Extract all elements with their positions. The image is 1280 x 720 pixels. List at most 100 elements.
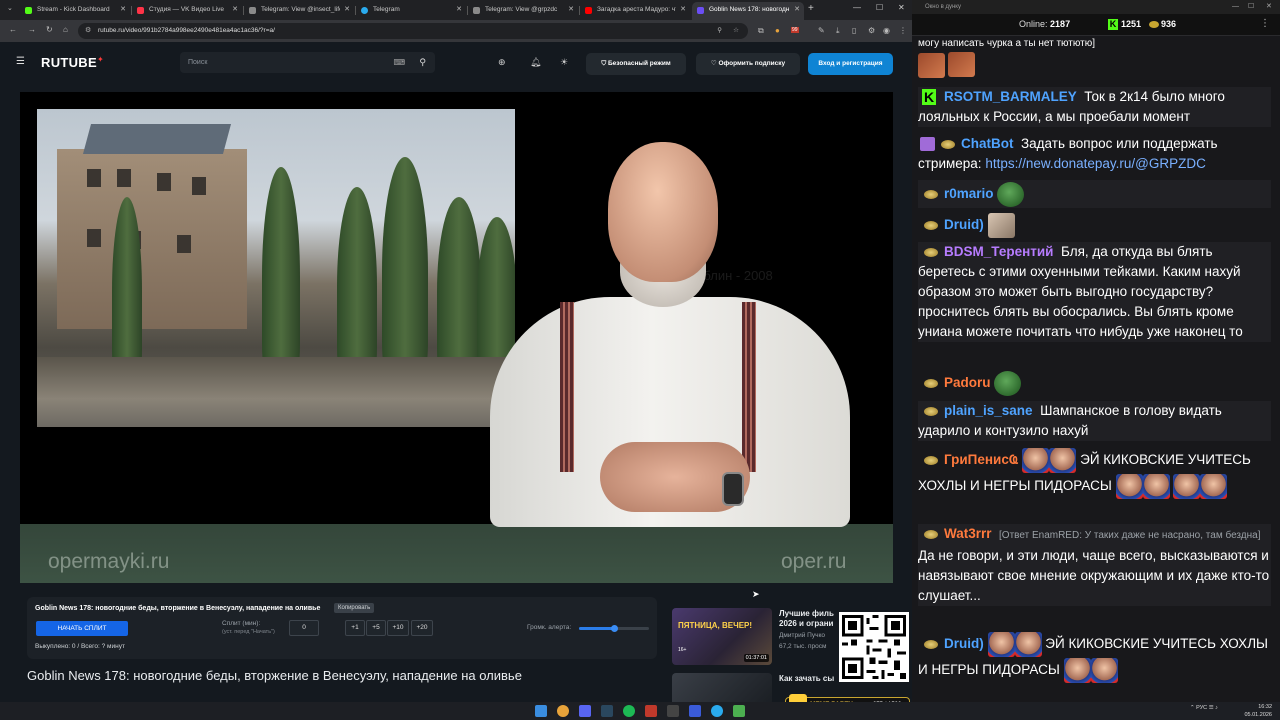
username[interactable]: Padoru: [944, 375, 991, 390]
subscribe-label: Оформить подписку: [718, 60, 786, 67]
online-counter: Online: 2187: [1019, 19, 1070, 29]
url-field[interactable]: ⚙ rutube.ru/video/991b2784a998ee2490e481…: [78, 23, 748, 39]
discord-icon[interactable]: [579, 705, 591, 717]
safe-mode-button[interactable]: ⛉ Безопасный режим: [586, 53, 686, 75]
settings-icon[interactable]: ⚙: [868, 26, 875, 35]
chat-menu-icon[interactable]: ⋮: [1260, 18, 1270, 29]
app-icon[interactable]: [689, 705, 701, 717]
zoom-icon[interactable]: ⚲: [717, 23, 722, 39]
volume-label: Громк. алерта:: [527, 624, 572, 631]
split-plus10-button[interactable]: +10: [387, 620, 409, 636]
bell-icon[interactable]: 🔔︎: [530, 57, 541, 68]
close-icon[interactable]: ✕: [794, 2, 800, 18]
alert-volume-slider[interactable]: [579, 625, 649, 632]
volume-icon[interactable]: ♪: [1215, 705, 1218, 711]
menu-icon[interactable]: ⋮: [899, 26, 907, 35]
split-plus5-button[interactable]: +5: [366, 620, 386, 636]
hamburger-menu-icon[interactable]: ☰: [16, 56, 25, 67]
search-icon[interactable]: ⚲: [419, 52, 426, 73]
recommended-author[interactable]: Дмитрий Пучко: [779, 632, 839, 639]
windows-start-icon[interactable]: [535, 705, 547, 717]
slider-knob[interactable]: [611, 625, 618, 632]
close-icon[interactable]: ✕: [680, 2, 686, 18]
app-icon[interactable]: [733, 705, 745, 717]
tab-telegram[interactable]: Telegram ✕: [356, 2, 466, 20]
tab-search-icon[interactable]: ⌄: [7, 4, 13, 12]
extension-icon[interactable]: ⧉: [758, 26, 764, 36]
coin-badge-icon: [924, 455, 938, 465]
login-button[interactable]: Вход и регистрация: [808, 53, 893, 75]
recommended-thumbnail[interactable]: ПЯТНИЦА, ВЕЧЕР! 16+ 01:37:01: [672, 608, 772, 665]
username[interactable]: ChatBot: [961, 136, 1014, 151]
coin-count: 936: [1161, 19, 1177, 29]
clock[interactable]: 16:32 05.01.2026: [1244, 703, 1272, 719]
close-window-icon[interactable]: ✕: [1266, 0, 1272, 14]
maximize-icon[interactable]: ☐: [1248, 0, 1254, 14]
copy-button[interactable]: Копировать: [334, 603, 375, 613]
site-info-icon[interactable]: ⚙: [85, 23, 91, 39]
extensions-puzzle-icon[interactable]: ✎: [818, 26, 825, 35]
home-icon[interactable]: ⌂: [63, 25, 68, 34]
recommended-title[interactable]: Как зачать сы: [779, 674, 839, 684]
username[interactable]: Druid): [944, 636, 984, 651]
tab-telegram-grpzdc[interactable]: Telegram: View @grpzdc ✕: [468, 2, 578, 20]
username[interactable]: plain_is_sane: [944, 403, 1033, 418]
reload-icon[interactable]: ↻: [46, 25, 53, 34]
upload-icon[interactable]: ⊕: [498, 57, 506, 68]
steam-icon[interactable]: [601, 705, 613, 717]
language-indicator[interactable]: РУС: [1196, 705, 1207, 711]
tab-goblin-news[interactable]: Goblin News 178: новогодн ✕: [692, 2, 804, 20]
forward-icon[interactable]: →: [28, 25, 36, 34]
back-icon[interactable]: ←: [9, 25, 17, 34]
donate-link[interactable]: https://new.donatepay.ru/@GRPZDC: [985, 156, 1206, 171]
split-plus20-button[interactable]: +20: [411, 620, 433, 636]
tab-kick-dashboard[interactable]: Stream - Kick Dashboard ✕: [20, 2, 130, 20]
obs-icon[interactable]: [667, 705, 679, 717]
video-player[interactable]: Гоблин - 2008 opermayki.ru oper.ru: [20, 92, 893, 583]
username[interactable]: ГриПенисҨ: [944, 452, 1019, 467]
spotify-icon[interactable]: [623, 705, 635, 717]
minimize-icon[interactable]: —: [853, 3, 861, 12]
close-icon[interactable]: ✕: [456, 2, 462, 18]
tab-telegram-insect[interactable]: Telegram: View @insect_life ✕: [244, 2, 354, 20]
username[interactable]: Druid): [944, 217, 984, 232]
close-icon[interactable]: ✕: [344, 2, 350, 18]
recommended-title[interactable]: Лучшие филь 2026 и ограни: [779, 609, 839, 629]
close-icon[interactable]: ✕: [120, 2, 126, 18]
bookmark-star-icon[interactable]: ☆: [733, 23, 739, 39]
split-plus1-button[interactable]: +1: [345, 620, 365, 636]
sidepanel-icon[interactable]: ▯: [852, 26, 856, 35]
maximize-icon[interactable]: ☐: [876, 3, 883, 12]
rutube-logo[interactable]: RUTUBE✦: [41, 55, 104, 70]
subscribe-button[interactable]: ♡ Оформить подписку: [696, 53, 800, 75]
close-icon[interactable]: ✕: [568, 2, 574, 18]
username[interactable]: r0mario: [944, 186, 994, 201]
system-tray: ⌃ РУС ☰ ♪: [1190, 705, 1218, 711]
search-input[interactable]: Поиск ⌨ ⚲: [180, 52, 435, 73]
emote-icon: [987, 212, 1015, 238]
tab-vk-studio[interactable]: Студия — VK Видео Live ✕: [132, 2, 242, 20]
new-tab-button[interactable]: +: [808, 3, 814, 14]
extension-icon[interactable]: ●: [775, 26, 780, 35]
download-icon[interactable]: ⤓: [836, 26, 840, 36]
split-minutes-input[interactable]: 0: [289, 620, 319, 636]
profile-icon[interactable]: ◉: [883, 26, 890, 35]
username[interactable]: BDSM_Терентий: [944, 244, 1053, 259]
close-window-icon[interactable]: ✕: [898, 3, 905, 12]
extension-badge[interactable]: 99: [791, 27, 799, 33]
tab-youtube-maduro[interactable]: Загадка ареста Мадуро: что ✕: [580, 2, 690, 20]
coin-badge-icon: [924, 378, 938, 388]
start-split-button[interactable]: НАЧАТЬ СПЛИТ: [36, 621, 128, 636]
chrome-icon[interactable]: [557, 705, 569, 717]
username[interactable]: Wat3rrr: [944, 526, 992, 541]
keyboard-icon[interactable]: ⌨: [393, 52, 405, 73]
minimize-icon[interactable]: —: [1232, 0, 1239, 14]
theme-sun-icon[interactable]: ☀: [560, 57, 568, 68]
tab-label: Студия — VK Видео Live: [149, 6, 225, 13]
close-icon[interactable]: ✕: [232, 2, 238, 18]
recommended-thumbnail[interactable]: [672, 673, 772, 702]
taskbar: ⌃ РУС ☰ ♪ 16:32 05.01.2026: [0, 702, 1280, 720]
app-icon[interactable]: [645, 705, 657, 717]
username[interactable]: RSOTM_BARMALEY: [944, 89, 1077, 104]
telegram-icon[interactable]: [711, 705, 723, 717]
